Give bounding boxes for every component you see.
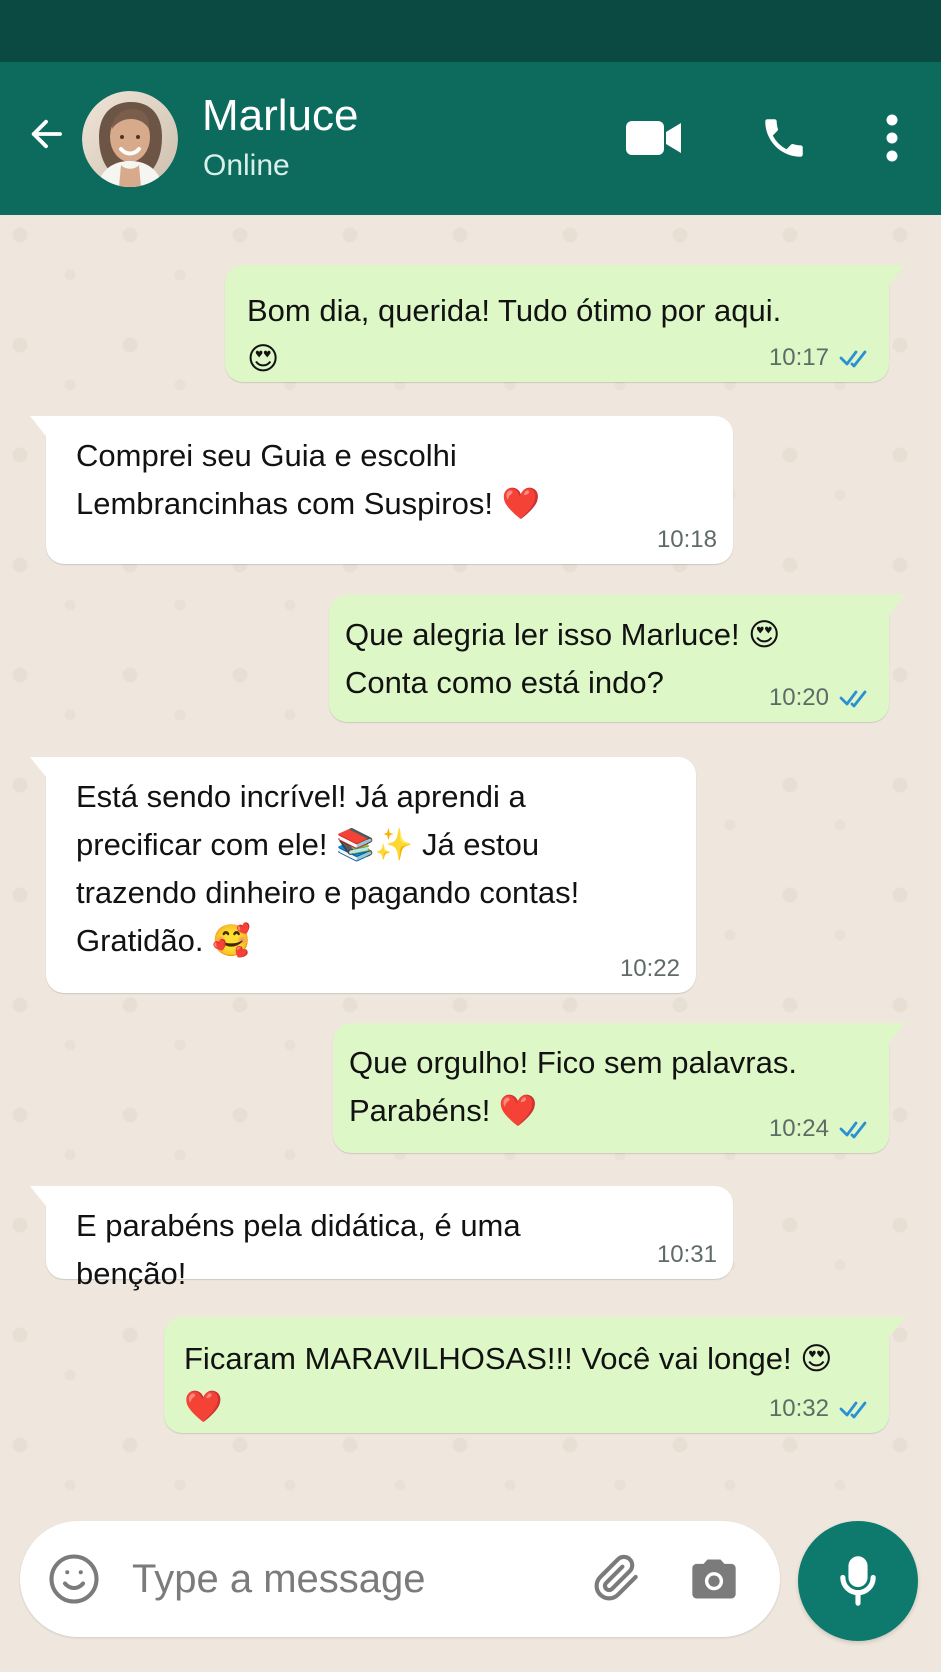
- microphone-icon: [840, 1556, 876, 1606]
- chat-header: Marluce Online: [0, 62, 941, 215]
- message-bubble-outgoing[interactable]: Ficaram MARAVILHOSAS!!! Você vai longe! …: [164, 1317, 905, 1433]
- message-meta: 10:22: [620, 955, 680, 983]
- read-receipt-icon: [839, 687, 873, 709]
- chat-area: Bom dia, querida! Tudo ótimo por aqui. 😍…: [0, 215, 941, 1505]
- message-time: 10:24: [768, 1115, 829, 1142]
- more-vertical-icon: [886, 114, 898, 162]
- message-meta: 10:20: [769, 684, 873, 712]
- emoji-button[interactable]: [44, 1549, 104, 1609]
- read-receipt-icon: [839, 1118, 873, 1140]
- message-text: E parabéns pela didática, é uma benção!: [76, 1208, 521, 1291]
- video-camera-icon: [626, 121, 681, 155]
- paperclip-icon: [594, 1554, 638, 1601]
- message-text: Está sendo incrível! Já aprendi a precif…: [76, 779, 580, 958]
- phone-icon: [765, 119, 803, 157]
- contact-name[interactable]: Marluce: [202, 90, 359, 142]
- back-button[interactable]: [20, 108, 72, 160]
- message-meta: 10:18: [657, 526, 717, 554]
- message-time: 10:32: [768, 1395, 829, 1422]
- message-bubble-incoming[interactable]: Está sendo incrível! Já aprendi a precif…: [30, 757, 696, 993]
- message-meta: 10:17: [769, 344, 873, 372]
- message-text: Comprei seu Guia e escolhi Lembrancinhas…: [76, 438, 541, 521]
- message-bubble-incoming[interactable]: Comprei seu Guia e escolhi Lembrancinhas…: [30, 416, 733, 564]
- read-receipt-icon: [839, 347, 873, 369]
- message-bubble-outgoing[interactable]: Que orgulho! Fico sem palavras. Parabéns…: [333, 1023, 905, 1153]
- message-text: Que orgulho! Fico sem palavras. Parabéns…: [349, 1045, 797, 1128]
- message-time: 10:17: [768, 344, 829, 371]
- message-time: 10:22: [619, 955, 680, 982]
- contact-status: Online: [203, 149, 290, 182]
- message-text: Bom dia, querida! Tudo ótimo por aqui. 😍: [247, 293, 782, 376]
- video-call-button[interactable]: [622, 106, 686, 170]
- camera-icon: [692, 1559, 736, 1599]
- attach-button[interactable]: [586, 1549, 646, 1609]
- message-input[interactable]: [132, 1549, 562, 1609]
- message-meta: 10:31: [657, 1241, 717, 1269]
- message-text: Ficaram MARAVILHOSAS!!! Você vai longe! …: [184, 1341, 833, 1424]
- message-bubble-incoming[interactable]: E parabéns pela didática, é uma benção! …: [30, 1186, 733, 1291]
- avatar[interactable]: [82, 91, 178, 187]
- message-meta: 10:24: [769, 1115, 873, 1143]
- message-bubble-outgoing[interactable]: Que alegria ler isso Marluce! 😍 Conta co…: [329, 595, 905, 722]
- message-time: 10:20: [768, 684, 829, 711]
- menu-button[interactable]: [864, 106, 920, 170]
- read-receipt-icon: [839, 1398, 873, 1420]
- voice-call-button[interactable]: [752, 106, 816, 170]
- message-time: 10:18: [656, 526, 717, 553]
- status-bar: [0, 0, 941, 62]
- message-time: 10:31: [656, 1241, 717, 1268]
- smile-icon: [49, 1554, 99, 1604]
- camera-button[interactable]: [684, 1549, 744, 1609]
- message-meta: 10:32: [769, 1395, 873, 1423]
- message-composer: [20, 1521, 780, 1637]
- message-bubble-outgoing[interactable]: Bom dia, querida! Tudo ótimo por aqui. 😍…: [225, 265, 905, 382]
- mic-button[interactable]: [798, 1521, 918, 1641]
- arrow-left-icon: [31, 119, 62, 149]
